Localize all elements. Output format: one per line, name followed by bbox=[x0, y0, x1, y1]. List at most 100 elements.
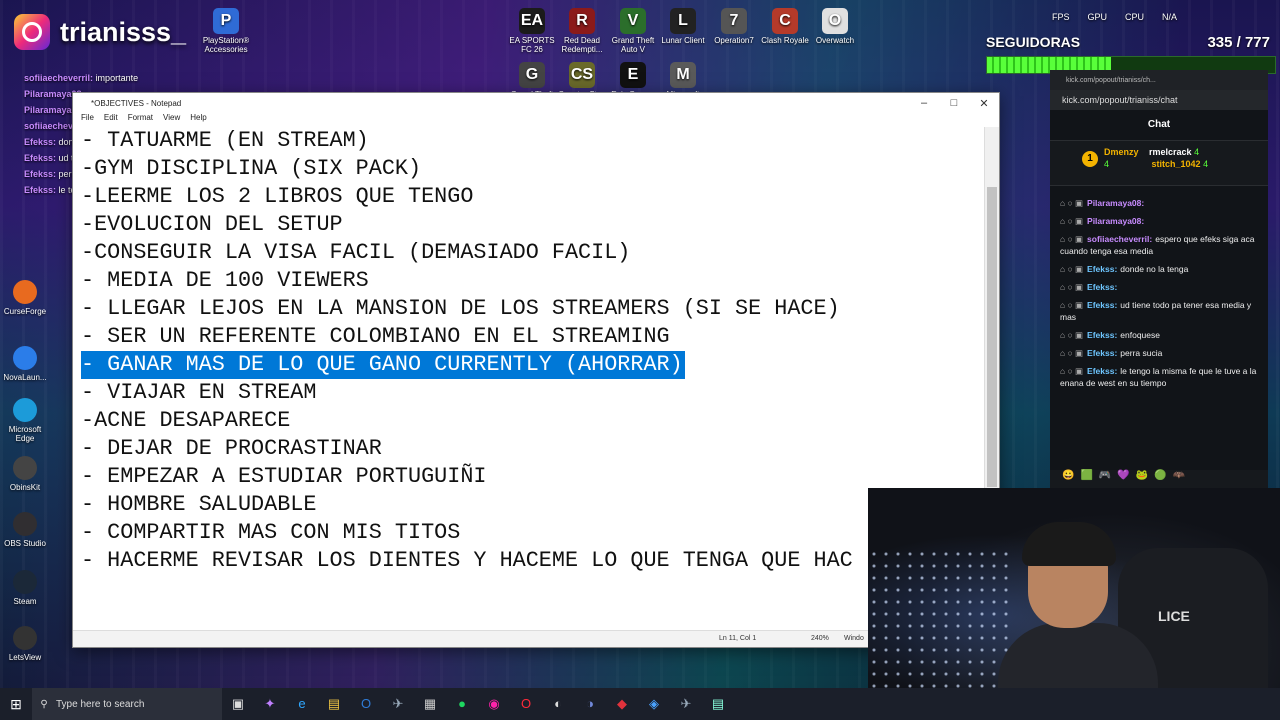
instagram-overlay: trianisss_ bbox=[14, 14, 186, 50]
hud-fps: FPS bbox=[1052, 12, 1070, 22]
taskbar-search[interactable]: ⚲ Type here to search bbox=[32, 688, 222, 720]
chat-username[interactable]: Efekss: bbox=[1087, 264, 1117, 274]
spotify-icon[interactable]: ● bbox=[446, 696, 478, 712]
chat-text: perra sucia bbox=[1120, 348, 1163, 358]
chat-window-titlebar[interactable]: kick.com/popout/trianiss/ch... bbox=[1050, 70, 1268, 90]
top-gifters: 1 Dmenzy rmelcrack 4 4 stitch_1042 4 bbox=[1050, 141, 1268, 186]
maximize-icon[interactable]: □ bbox=[939, 97, 969, 109]
chat-message[interactable]: ⌂ ○ ▣ Efekss: enfoquese bbox=[1050, 326, 1268, 344]
close-icon[interactable]: ✕ bbox=[969, 97, 999, 110]
line-text: - COMPARTIR MAS CON MIS TITOS bbox=[81, 520, 461, 545]
taskbar-apps: ▣ ✦ e ▤ O ✈ ▦ ● ◉ O ◐ ◑ ◆ ◈ ✈ ▤ bbox=[222, 696, 734, 712]
desktop-icon[interactable]: OBS Studio bbox=[0, 512, 50, 548]
notepad-line: -CONSEGUIR LA VISA FACIL (DEMASIADO FACI… bbox=[81, 239, 985, 267]
steam-icon[interactable]: ✈ bbox=[670, 696, 702, 712]
notepad-line: -ACNE DESAPARECE bbox=[81, 407, 985, 435]
chat-username[interactable]: Efekss: bbox=[1087, 282, 1117, 292]
chat-message[interactable]: ⌂ ○ ▣ sofiiaecheverril: espero que efeks s… bbox=[1050, 230, 1268, 260]
cursor-position: Ln 11, Col 1 bbox=[719, 635, 757, 642]
instagram-username: trianisss_ bbox=[60, 16, 187, 47]
red-dead-icon: R bbox=[569, 8, 595, 34]
vpn-icon[interactable]: ◈ bbox=[638, 696, 670, 712]
chat-username[interactable]: Pilaramaya08: bbox=[1087, 198, 1144, 208]
chat-text: enfoquese bbox=[1120, 330, 1160, 340]
chat-message[interactable]: ⌂ ○ ▣ Efekss: donde no la tenga bbox=[1050, 260, 1268, 278]
riot-icon[interactable]: ◆ bbox=[606, 696, 638, 712]
notepad-window[interactable]: *OBJECTIVES - Notepad – □ ✕ File Edit Fo… bbox=[72, 92, 1000, 648]
desktop-icon[interactable]: 7 Operation7 bbox=[705, 8, 763, 45]
chat-username[interactable]: Efekss: bbox=[1087, 330, 1117, 340]
badge-icons: ⌂ ○ ▣ bbox=[1060, 198, 1084, 208]
overlay-chat-text: importante bbox=[95, 73, 139, 83]
minimize-icon[interactable]: – bbox=[909, 97, 939, 109]
chat-url-bar[interactable]: kick.com/popout/trianiss/chat bbox=[1050, 90, 1268, 110]
desktop-icon[interactable]: P PlayStation® Accessories bbox=[197, 8, 255, 54]
notepad-icon[interactable]: ▤ bbox=[702, 696, 734, 712]
overlay-chat-line: sofiiaecheverril: importante bbox=[0, 70, 180, 86]
file-explorer-icon[interactable]: ▤ bbox=[318, 696, 350, 712]
kick-chat-window[interactable]: kick.com/popout/trianiss/ch... kick.com/… bbox=[1050, 70, 1268, 488]
chat-messages[interactable]: ⌂ ○ ▣ Pilaramaya08: ⌂ ○ ▣ Pilaramaya08: ⌂ ○ … bbox=[1050, 194, 1268, 470]
chat-emote-bar[interactable]: 😀🟩🎮💜🐸🟢🦇 bbox=[1050, 470, 1268, 488]
desktop-icon-label: CurseForge bbox=[3, 307, 47, 316]
menu-view[interactable]: View bbox=[163, 113, 180, 125]
chat-message[interactable]: ⌂ ○ ▣ Pilaramaya08: bbox=[1050, 194, 1268, 212]
desktop-icon[interactable]: NovaLaun... bbox=[0, 346, 50, 382]
chrome-icon[interactable]: ◉ bbox=[478, 696, 510, 712]
chat-message[interactable]: ⌂ ○ ▣ Efekss: le tengo la misma fe que le … bbox=[1050, 362, 1268, 392]
chat-username[interactable]: Efekss: bbox=[1087, 348, 1117, 358]
desktop-icon-label: Steam bbox=[13, 597, 37, 606]
chat-message[interactable]: ⌂ ○ ▣ Efekss: bbox=[1050, 278, 1268, 296]
menu-format[interactable]: Format bbox=[128, 113, 153, 125]
desktop-icon[interactable]: R Red Dead Redempti... bbox=[553, 8, 611, 54]
chat-username[interactable]: Efekss: bbox=[1087, 300, 1117, 310]
chat-message[interactable]: ⌂ ○ ▣ Efekss: ud tiene todo pa tener esa m… bbox=[1050, 296, 1268, 326]
desktop-icon[interactable]: Microsoft Edge bbox=[0, 398, 50, 443]
line-text: - VIAJAR EN STREAM bbox=[81, 380, 317, 405]
edge-icon[interactable]: e bbox=[286, 696, 318, 712]
line-text: -LEERME LOS 2 LIBROS QUE TENGO bbox=[81, 184, 474, 209]
scrollbar-thumb[interactable] bbox=[987, 187, 997, 487]
edge-icon bbox=[13, 398, 37, 422]
hud-cpu: CPU bbox=[1125, 12, 1145, 22]
task-view-icon[interactable]: ▣ bbox=[222, 696, 254, 712]
github-icon[interactable]: ◐ bbox=[542, 696, 574, 712]
desktop-icon[interactable]: O Overwatch bbox=[806, 8, 864, 45]
desktop-icon[interactable]: LetsView bbox=[0, 626, 50, 662]
steam-icon[interactable]: ✈ bbox=[382, 696, 414, 712]
followers-goal: SEGUIDORAS 335 / 777 bbox=[986, 34, 1276, 74]
selected-text: - GANAR MAS DE LO QUE GANO CURRENTLY (AH… bbox=[81, 351, 685, 379]
gifter-name: rmelcrack bbox=[1149, 147, 1192, 157]
notepad-line: - HOMBRE SALUDABLE bbox=[81, 491, 985, 519]
zoom-level: 240% bbox=[811, 635, 829, 642]
line-text: -EVOLUCION DEL SETUP bbox=[81, 212, 343, 237]
calculator-icon[interactable]: ▦ bbox=[414, 696, 446, 712]
notepad-titlebar[interactable]: *OBJECTIVES - Notepad – □ ✕ bbox=[73, 93, 999, 113]
copilot-icon[interactable]: ✦ bbox=[254, 696, 286, 712]
outlook-icon[interactable]: O bbox=[350, 696, 382, 712]
gifter-name: stitch_1042 bbox=[1151, 159, 1201, 169]
menu-file[interactable]: File bbox=[81, 113, 94, 125]
discord-icon[interactable]: ◑ bbox=[574, 696, 606, 712]
gifter-name: Dmenzy bbox=[1104, 147, 1139, 157]
notepad-title: *OBJECTIVES - Notepad bbox=[91, 98, 182, 108]
desktop-icon[interactable]: CurseForge bbox=[0, 280, 50, 316]
menu-help[interactable]: Help bbox=[190, 113, 206, 125]
opera-icon[interactable]: O bbox=[510, 696, 542, 712]
chat-message[interactable]: ⌂ ○ ▣ Pilaramaya08: bbox=[1050, 212, 1268, 230]
notepad-line: - VIAJAR EN STREAM bbox=[81, 379, 985, 407]
line-text: - MEDIA DE 100 VIEWERS bbox=[81, 268, 369, 293]
desktop-icon[interactable]: ObinsKit bbox=[0, 456, 50, 492]
notepad-text-area[interactable]: - TATUARME (EN STREAM) -GYM DISCIPLINA (S… bbox=[73, 127, 985, 631]
desktop-icon[interactable]: Steam bbox=[0, 570, 50, 606]
chat-message[interactable]: ⌂ ○ ▣ Efekss: perra sucia bbox=[1050, 344, 1268, 362]
chat-username[interactable]: Efekss: bbox=[1087, 366, 1117, 376]
desktop-icon[interactable]: L Lunar Client bbox=[654, 8, 712, 45]
windows-start-icon[interactable]: ⊞ bbox=[0, 696, 32, 713]
performance-hud: FPS GPU CPU N/A bbox=[1052, 12, 1177, 22]
chat-username[interactable]: Pilaramaya08: bbox=[1087, 216, 1144, 226]
menu-edit[interactable]: Edit bbox=[104, 113, 118, 125]
chat-username[interactable]: sofiiaecheverril: bbox=[1087, 234, 1152, 244]
line-text: - SER UN REFERENTE COLOMBIANO EN EL STRE… bbox=[81, 324, 670, 349]
hud-na: N/A bbox=[1162, 12, 1178, 22]
